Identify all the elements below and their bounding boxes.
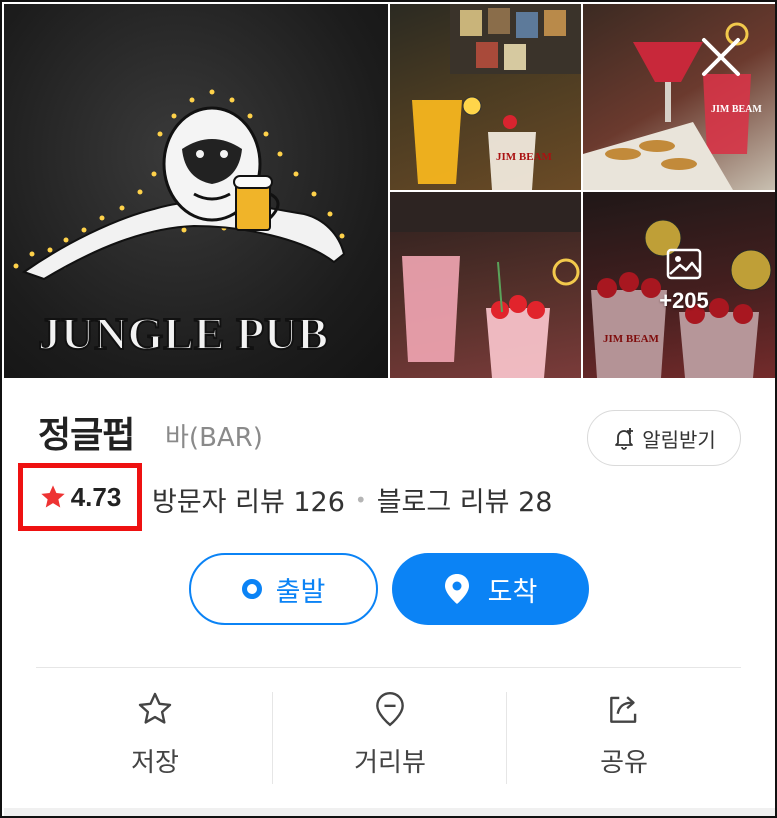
rating-highlight: 4.73 bbox=[18, 463, 142, 531]
save-button[interactable]: 저장 bbox=[38, 690, 272, 786]
photo-drinks-1[interactable]: JIM BEAM bbox=[390, 4, 581, 190]
more-photos-overlay[interactable]: +205 bbox=[644, 248, 724, 314]
save-label: 저장 bbox=[131, 748, 179, 778]
notify-label: 알림받기 bbox=[642, 427, 716, 452]
star-icon bbox=[41, 485, 65, 508]
share-label: 공유 bbox=[600, 748, 648, 778]
streetview-button[interactable]: 거리뷰 bbox=[273, 690, 507, 786]
image-icon bbox=[666, 248, 702, 280]
start-route-button[interactable]: 출발 bbox=[189, 553, 378, 625]
photo-drinks-2[interactable]: JIM BEAM bbox=[583, 4, 775, 190]
share-icon bbox=[610, 696, 637, 723]
place-name: 정글펍 bbox=[38, 415, 135, 456]
divider bbox=[36, 667, 741, 668]
bell-plus-icon bbox=[615, 428, 634, 450]
separator-dot: • bbox=[354, 487, 367, 512]
photo-drinks-3[interactable] bbox=[390, 192, 581, 378]
photo-gallery: JUNGLE PUB JIM BEAM JIM BEAM JIM BEAM +2… bbox=[4, 4, 775, 378]
map-marker-outline-icon bbox=[376, 691, 404, 727]
more-photos-count: +205 bbox=[659, 288, 709, 313]
arrive-route-button[interactable]: 도착 bbox=[392, 553, 589, 625]
start-route-label: 출발 bbox=[275, 576, 326, 608]
notify-button[interactable]: 알림받기 bbox=[587, 410, 741, 466]
location-pin-icon bbox=[444, 574, 469, 604]
blog-reviews-link[interactable]: 블로그 리뷰 28 bbox=[377, 480, 553, 519]
share-button[interactable]: 공유 bbox=[507, 690, 741, 786]
origin-dot-icon bbox=[241, 579, 262, 599]
svg-text:JIM BEAM: JIM BEAM bbox=[711, 104, 762, 115]
svg-text:JIM BEAM: JIM BEAM bbox=[496, 151, 553, 163]
star-outline-icon bbox=[138, 692, 172, 724]
place-category: 바(BAR) bbox=[165, 423, 263, 453]
jungle-pub-sign-image: JUNGLE PUB bbox=[13, 89, 346, 360]
visitor-reviews-link[interactable]: 방문자 리뷰 126 bbox=[152, 480, 345, 519]
jungle-pub-sign-text: JUNGLE PUB bbox=[38, 308, 328, 359]
review-summary: 방문자 리뷰 126 • 블로그 리뷰 28 bbox=[152, 480, 552, 519]
rating-value: 4.73 bbox=[70, 481, 122, 512]
streetview-label: 거리뷰 bbox=[354, 748, 426, 778]
photo-main[interactable]: JUNGLE PUB bbox=[4, 4, 388, 378]
close-icon[interactable] bbox=[698, 34, 744, 80]
arrive-route-label: 도착 bbox=[487, 576, 538, 608]
place-card: JUNGLE PUB JIM BEAM JIM BEAM JIM BEAM +2… bbox=[0, 0, 777, 818]
bottom-strip bbox=[4, 808, 775, 816]
